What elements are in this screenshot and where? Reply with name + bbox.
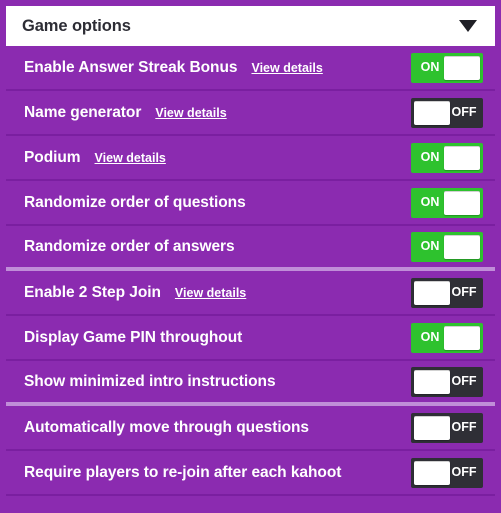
toggle-state-label: OFF (451, 105, 477, 120)
option-row: Enable 2 Step Join View details OFF (6, 271, 495, 316)
game-options-panel: Game options Enable Answer Streak Bonus V… (0, 0, 501, 513)
option-label: Require players to re-join after each ka… (24, 463, 342, 481)
toggle-state-label: OFF (451, 420, 477, 435)
option-row: Podium View details ON (6, 136, 495, 181)
toggle-knob[interactable] (444, 55, 480, 80)
option-label: Display Game PIN throughout (24, 328, 243, 346)
option-toggle[interactable]: OFF (411, 277, 483, 308)
option-row: Display Game PIN throughout ON (6, 316, 495, 361)
option-row: Enable Answer Streak Bonus View details ON (6, 46, 495, 91)
toggle-state-label: ON (420, 239, 440, 254)
option-row: Randomize order of questions ON (6, 181, 495, 226)
view-details-link[interactable]: View details (175, 286, 246, 300)
option-row: Name generator View details OFF (6, 91, 495, 136)
option-row: Automatically move through questions OFF (6, 406, 495, 451)
option-toggle[interactable]: ON (411, 142, 483, 173)
game-options-list: Enable Answer Streak Bonus View details ON… (6, 46, 495, 507)
option-toggle[interactable]: OFF (411, 412, 483, 443)
option-row: Require players to re-join after each ka… (6, 451, 495, 496)
view-details-link[interactable]: View details (251, 61, 322, 75)
option-row: Show minimized intro instructions OFF (6, 361, 495, 406)
toggle-knob[interactable] (444, 234, 480, 259)
chevron-down-icon[interactable] (459, 20, 477, 32)
toggle-state-label: ON (420, 60, 440, 75)
view-details-link[interactable]: View details (95, 151, 166, 165)
toggle-knob[interactable] (444, 190, 480, 215)
toggle-knob[interactable] (444, 325, 480, 350)
option-toggle[interactable]: ON (411, 322, 483, 353)
option-label: Enable Answer Streak Bonus (24, 58, 238, 76)
toggle-state-label: ON (420, 195, 440, 210)
toggle-state-label: OFF (451, 285, 477, 300)
toggle-knob[interactable] (444, 145, 480, 170)
option-label: Automatically move through questions (24, 418, 309, 436)
toggle-state-label: ON (420, 150, 440, 165)
game-options-header[interactable]: Game options (6, 6, 495, 46)
option-toggle[interactable]: OFF (411, 366, 483, 397)
toggle-state-label: ON (420, 330, 440, 345)
option-label: Enable 2 Step Join (24, 283, 161, 301)
option-toggle[interactable]: ON (411, 187, 483, 218)
option-label: Show minimized intro instructions (24, 372, 276, 390)
option-toggle[interactable]: ON (411, 231, 483, 262)
option-label: Podium (24, 148, 81, 166)
option-label: Randomize order of questions (24, 193, 246, 211)
option-toggle[interactable]: OFF (411, 457, 483, 488)
option-label: Randomize order of answers (24, 237, 235, 255)
option-label: Name generator (24, 103, 142, 121)
option-row: Randomize order of answers ON (6, 226, 495, 271)
toggle-state-label: OFF (451, 374, 477, 389)
view-details-link[interactable]: View details (155, 106, 226, 120)
toggle-state-label: OFF (451, 465, 477, 480)
option-toggle[interactable]: ON (411, 52, 483, 83)
option-toggle[interactable]: OFF (411, 97, 483, 128)
page-title: Game options (22, 16, 131, 35)
